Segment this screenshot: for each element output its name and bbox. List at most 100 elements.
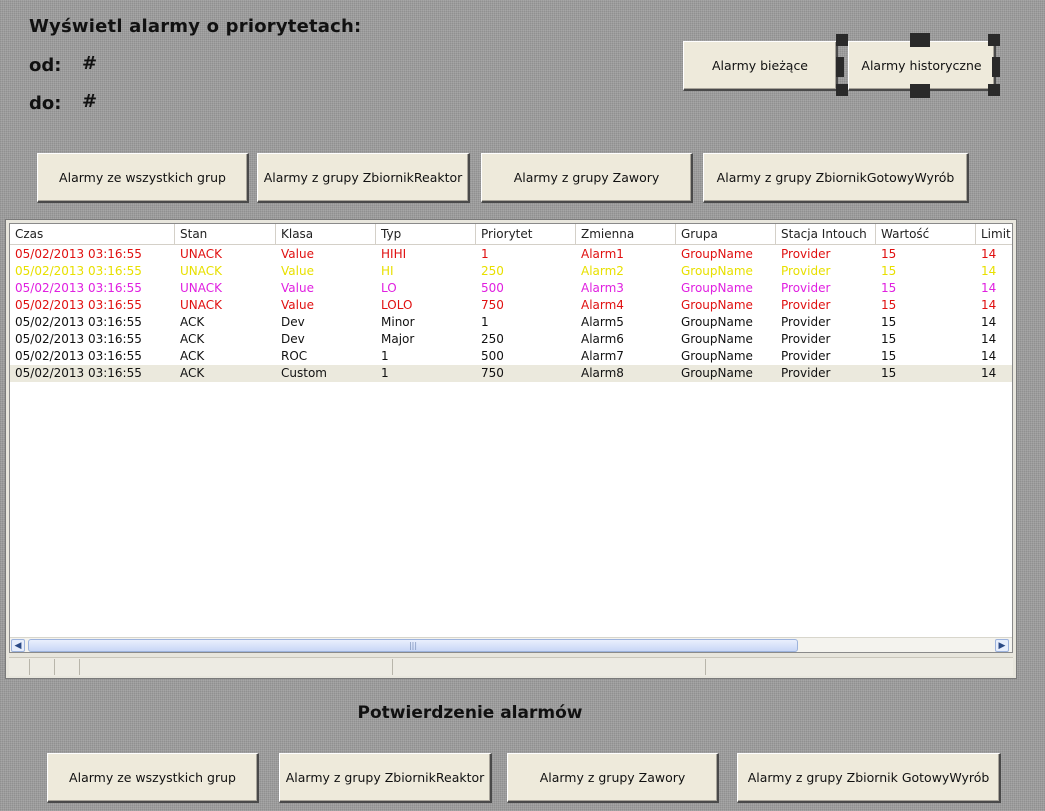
- column-header-wartosc[interactable]: Wartość: [876, 224, 976, 244]
- cell-klasa: Custom: [281, 366, 327, 380]
- cell-typ: Major: [381, 332, 415, 346]
- status-bar: [9, 657, 1013, 676]
- cell-grupa: GroupName: [681, 366, 753, 380]
- cell-wartosc: 15: [881, 315, 897, 329]
- cell-priorytet: 250: [481, 332, 504, 346]
- grip-icon: |||: [408, 641, 418, 650]
- table-row[interactable]: 05/02/2013 03:16:55 UNACK Value HI 250 Alarm2…: [10, 263, 1012, 280]
- table-row[interactable]: 05/02/2013 03:16:55 UNACK Value LO 500 Alarm3…: [10, 280, 1012, 297]
- cell-klasa: ROC: [281, 349, 308, 363]
- cell-stan: ACK: [180, 366, 205, 380]
- column-header-grupa[interactable]: Grupa: [676, 224, 776, 244]
- cell-typ: LOLO: [381, 298, 413, 312]
- cell-stacja: Provider: [781, 349, 831, 363]
- column-header-zmienna[interactable]: Zmienna: [576, 224, 676, 244]
- filter-zawory-button[interactable]: Alarmy z grupy Zawory: [481, 153, 693, 203]
- selection-handle[interactable]: [836, 57, 844, 77]
- cell-wartosc: 15: [881, 298, 897, 312]
- cell-stan: ACK: [180, 332, 205, 346]
- cell-wartosc: 15: [881, 349, 897, 363]
- ack-zawory-button[interactable]: Alarmy z grupy Zawory: [507, 753, 719, 803]
- cell-czas: 05/02/2013 03:16:55: [15, 247, 142, 261]
- cell-stacja: Provider: [781, 264, 831, 278]
- cell-wartosc: 15: [881, 264, 897, 278]
- cell-grupa: GroupName: [681, 315, 753, 329]
- cell-stan: UNACK: [180, 298, 223, 312]
- scroll-thumb[interactable]: |||: [28, 639, 798, 652]
- alarm-grid: Czas Stan Klasa Typ Priorytet Zmienna Gr…: [5, 219, 1017, 679]
- column-header-limit[interactable]: Limit: [976, 224, 1012, 244]
- ack-zbiornikgotowywyrob-button[interactable]: Alarmy z grupy Zbiornik GotowyWyrób: [737, 753, 1001, 803]
- cell-zmienna: Alarm7: [581, 349, 624, 363]
- cell-stan: UNACK: [180, 247, 223, 261]
- table-row[interactable]: 05/02/2013 03:16:55 UNACK Value LOLO 750 Alar…: [10, 297, 1012, 314]
- cell-stacja: Provider: [781, 332, 831, 346]
- cell-wartosc: 15: [881, 332, 897, 346]
- cell-zmienna: Alarm2: [581, 264, 624, 278]
- cell-limit: 14: [981, 281, 997, 295]
- ack-zbiornikreaktor-button[interactable]: Alarmy z grupy ZbiornikReaktor: [279, 753, 492, 803]
- cell-zmienna: Alarm6: [581, 332, 624, 346]
- ack-all-groups-button[interactable]: Alarmy ze wszystkich grup: [47, 753, 259, 803]
- table-row[interactable]: 05/02/2013 03:16:55 ACK ROC 1 500 Alarm7 Group…: [10, 348, 1012, 365]
- cell-stacja: Provider: [781, 366, 831, 380]
- cell-czas: 05/02/2013 03:16:55: [15, 332, 142, 346]
- table-row[interactable]: 05/02/2013 03:16:55 ACK Dev Major 250 Alarm6 G…: [10, 331, 1012, 348]
- selection-handle[interactable]: [910, 33, 930, 47]
- status-pane: [54, 659, 80, 675]
- filter-all-groups-button[interactable]: Alarmy ze wszystkich grup: [37, 153, 249, 203]
- priority-from-value[interactable]: #: [82, 53, 97, 74]
- cell-typ: LO: [381, 281, 397, 295]
- horizontal-scrollbar[interactable]: ◀ ||| ▶: [10, 637, 1012, 652]
- cell-limit: 14: [981, 315, 997, 329]
- status-pane: [79, 659, 393, 675]
- cell-grupa: GroupName: [681, 298, 753, 312]
- column-header-priorytet[interactable]: Priorytet: [476, 224, 576, 244]
- scroll-right-icon[interactable]: ▶: [995, 639, 1009, 652]
- priority-from-label: od:: [29, 55, 62, 76]
- column-header-stacja[interactable]: Stacja Intouch: [776, 224, 876, 244]
- cell-czas: 05/02/2013 03:16:55: [15, 281, 142, 295]
- table-row[interactable]: 05/02/2013 03:16:55 UNACK Value HIHI 1 Alarm1…: [10, 246, 1012, 263]
- filter-zbiornikreaktor-button[interactable]: Alarmy z grupy ZbiornikReaktor: [257, 153, 470, 203]
- selection-handle[interactable]: [910, 84, 930, 98]
- cell-limit: 14: [981, 298, 997, 312]
- cell-zmienna: Alarm3: [581, 281, 624, 295]
- cell-klasa: Dev: [281, 315, 305, 329]
- cell-grupa: GroupName: [681, 264, 753, 278]
- selection-handle[interactable]: [988, 34, 1000, 46]
- column-header-stan[interactable]: Stan: [175, 224, 276, 244]
- filter-zbiornikgotowywyrob-button[interactable]: Alarmy z grupy ZbiornikGotowyWyrób: [703, 153, 969, 203]
- cell-wartosc: 15: [881, 281, 897, 295]
- cell-limit: 14: [981, 366, 997, 380]
- selection-handle[interactable]: [836, 34, 848, 46]
- cell-wartosc: 15: [881, 366, 897, 380]
- cell-klasa: Value: [281, 298, 314, 312]
- cell-limit: 14: [981, 349, 997, 363]
- cell-limit: 14: [981, 332, 997, 346]
- current-alarms-button[interactable]: Alarmy bieżące: [683, 41, 838, 91]
- selection-handle[interactable]: [836, 84, 848, 96]
- selection-handle[interactable]: [992, 57, 1000, 77]
- status-pane: [29, 659, 55, 675]
- scroll-left-icon[interactable]: ◀: [11, 639, 25, 652]
- column-header-typ[interactable]: Typ: [376, 224, 476, 244]
- cell-stacja: Provider: [781, 247, 831, 261]
- column-header-klasa[interactable]: Klasa: [276, 224, 376, 244]
- cell-czas: 05/02/2013 03:16:55: [15, 298, 142, 312]
- table-row[interactable]: 05/02/2013 03:16:55 ACK Dev Minor 1 Alarm5 Gro…: [10, 314, 1012, 331]
- table-row[interactable]: 05/02/2013 03:16:55 ACK Custom 1 750 Alarm8 Gr…: [10, 365, 1012, 382]
- cell-priorytet: 1: [481, 315, 489, 329]
- selection-handle[interactable]: [988, 84, 1000, 96]
- priority-to-label: do:: [29, 93, 62, 114]
- cell-typ: 1: [381, 366, 389, 380]
- cell-stan: ACK: [180, 315, 205, 329]
- cell-stacja: Provider: [781, 298, 831, 312]
- column-header-czas[interactable]: Czas: [10, 224, 175, 244]
- alarm-table[interactable]: Czas Stan Klasa Typ Priorytet Zmienna Gr…: [9, 223, 1013, 653]
- cell-zmienna: Alarm1: [581, 247, 624, 261]
- priority-to-value[interactable]: #: [82, 91, 97, 112]
- cell-typ: 1: [381, 349, 389, 363]
- cell-limit: 14: [981, 264, 997, 278]
- page-title: Wyświetl alarmy o priorytetach:: [29, 16, 362, 37]
